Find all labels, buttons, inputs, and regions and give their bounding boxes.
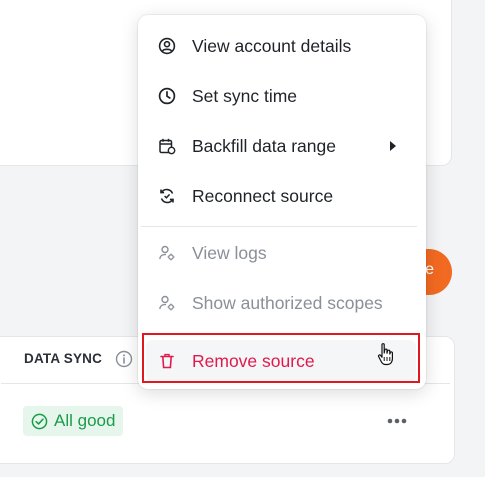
hand-cursor-icon — [377, 343, 393, 366]
menu-item-label: Backfill data range — [192, 135, 336, 156]
menu-item-view-account-details[interactable]: View account details — [138, 26, 426, 66]
user-gear-icon — [157, 243, 177, 263]
info-icon[interactable] — [115, 350, 133, 368]
status-badge: All good — [23, 406, 124, 436]
clock-icon — [157, 86, 177, 106]
menu-item-label: View logs — [192, 242, 267, 263]
menu-item-view-logs[interactable]: View logs — [138, 233, 426, 273]
user-gear-icon — [157, 293, 177, 313]
menu-item-backfill-data-range[interactable]: Backfill data range — [138, 126, 426, 166]
trash-icon — [157, 351, 177, 371]
menu-item-reconnect-source[interactable]: Reconnect source — [138, 176, 426, 216]
check-circle-icon — [31, 413, 48, 429]
reconnect-icon — [157, 186, 177, 206]
menu-item-label: Set sync time — [192, 85, 298, 106]
chevron-right-icon — [390, 141, 396, 151]
menu-item-label: Show authorized scopes — [192, 292, 383, 313]
menu-item-label: Remove source — [192, 350, 315, 371]
user-circle-icon — [157, 36, 177, 56]
source-actions-menu: View account details Set sync time Backf… — [138, 15, 426, 389]
status-badge-label: All good — [54, 411, 116, 430]
more-options-icon[interactable] — [383, 413, 411, 429]
column-header-data-sync: DATA SYNC — [24, 351, 103, 366]
menu-divider — [141, 226, 417, 227]
calendar-refresh-icon — [157, 136, 177, 156]
menu-item-set-sync-time[interactable]: Set sync time — [138, 76, 426, 116]
menu-item-label: Reconnect source — [192, 185, 334, 206]
primary-action-label: e — [425, 261, 434, 278]
menu-item-show-authorized-scopes[interactable]: Show authorized scopes — [138, 283, 426, 323]
menu-item-label: View account details — [192, 35, 352, 56]
